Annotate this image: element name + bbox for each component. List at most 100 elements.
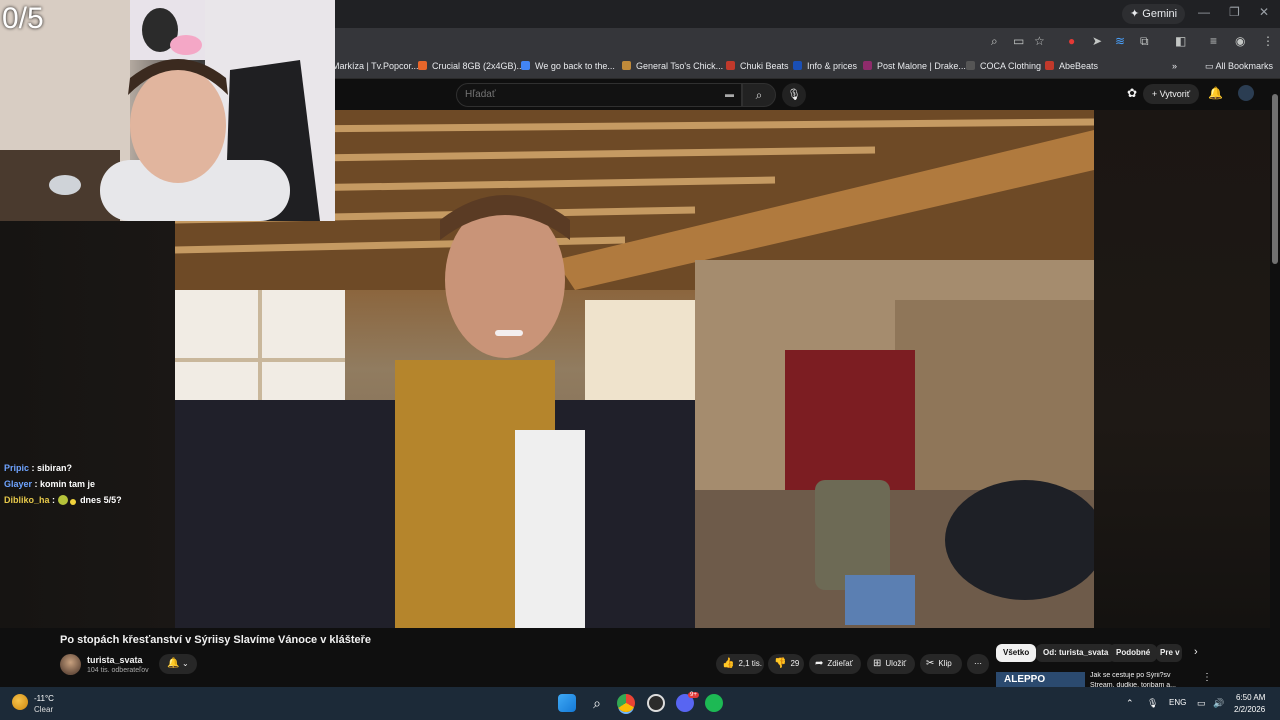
more-horizontal-icon: ⋯ [974, 659, 982, 668]
related-menu-icon[interactable]: ⋮ [1202, 672, 1212, 683]
close-icon[interactable]: ✕ [1259, 5, 1269, 19]
chat-message: Glayer : komin tam je [4, 479, 95, 489]
create-label: Vytvoriť [1159, 89, 1191, 99]
webcam-overlay: 0/5 [0, 0, 335, 221]
chip-all[interactable]: Všetko [996, 644, 1037, 662]
related-video-title[interactable]: Jak se cestuje po Sýrii?sv [1090, 672, 1195, 679]
zoom-icon[interactable]: ⌕ [991, 34, 998, 49]
thumbs-up-icon: 👍 [722, 658, 735, 669]
weather-moon-icon[interactable] [12, 694, 28, 710]
obs-icon[interactable] [647, 694, 665, 712]
chevron-down-icon: ⌄ [179, 659, 189, 668]
favicon-icon [622, 61, 631, 70]
sparkle-emote-icon [69, 499, 76, 505]
search-button[interactable]: ⌕ [742, 83, 776, 107]
bookmark-item[interactable]: COCA Clothing [966, 61, 1041, 71]
spotify-icon[interactable] [705, 694, 723, 712]
account-avatar-icon[interactable] [1238, 85, 1254, 101]
chat-text: : komin tam je [34, 479, 96, 489]
bookmark-item[interactable]: Info & prices [793, 61, 857, 71]
thumbs-down-icon: 👎 [774, 658, 787, 669]
bookmark-item[interactable]: Chuki Beats [726, 61, 789, 71]
share-button[interactable]: ➦ Zdieľať [809, 654, 861, 674]
related-video-thumbnail[interactable]: ALEPPO [996, 672, 1085, 687]
side-panel-icon[interactable]: ◧ [1175, 34, 1186, 48]
channel-avatar[interactable] [60, 654, 81, 675]
gemini-label: Gemini [1142, 8, 1178, 20]
subscription-bell-button[interactable]: 🔔 ⌄ [159, 654, 197, 674]
chat-separator: : [52, 495, 56, 505]
extension-red-icon[interactable]: ● [1068, 34, 1075, 48]
favicon-icon [966, 61, 975, 70]
subscriber-count: 104 tis. odberateľov [87, 667, 149, 674]
weather-condition[interactable]: Clear [34, 705, 53, 714]
video-title: Po stopách křesťanství v Sýriisy Slavíme… [60, 634, 371, 646]
cast-icon[interactable]: ▭ [1013, 34, 1024, 48]
favicon-icon [1045, 61, 1054, 70]
tray-mic-icon[interactable]: 🎙 [1147, 698, 1158, 709]
discord-badge: 9+ [688, 692, 699, 698]
bookmark-item[interactable]: Markíza | Tv.Popcor... [332, 61, 419, 71]
share-label: Zdieľať [827, 659, 853, 668]
kebab-menu-icon[interactable]: ⋮ [1262, 34, 1274, 48]
language-indicator[interactable]: ENG [1169, 698, 1186, 707]
extensions-puzzle-icon[interactable]: ⧉ [1140, 34, 1149, 49]
chat-text: : sibiran? [31, 463, 73, 473]
chip-for-you[interactable]: Pre v [1156, 644, 1182, 662]
extension-gear-icon[interactable]: ✿ [1127, 86, 1137, 100]
clip-button[interactable]: ✂ Klip [920, 654, 962, 674]
notifications-bell-icon[interactable]: 🔔 [1208, 86, 1223, 100]
bookmark-item[interactable]: Crucial 8GB (2x4GB)... [418, 61, 524, 71]
bookmark-star-icon[interactable]: ☆ [1034, 34, 1045, 48]
search-input[interactable] [465, 89, 715, 100]
chips-next-icon[interactable]: › [1194, 646, 1198, 658]
clock-time[interactable]: 6:50 AM [1236, 693, 1265, 702]
bookmark-item[interactable]: We go back to the... [521, 61, 615, 71]
minimize-icon[interactable]: — [1198, 5, 1210, 19]
keyboard-icon[interactable]: ▬ [725, 89, 734, 99]
create-button[interactable]: + Vytvoriť [1143, 84, 1199, 104]
bookmark-item[interactable]: AbeBeats [1045, 61, 1098, 71]
plus-icon: + [1151, 89, 1160, 99]
extension-wave-icon[interactable]: ≋ [1115, 34, 1125, 48]
like-button[interactable]: 👍 2,1 tis. [716, 654, 764, 674]
save-label: Uložiť [885, 659, 907, 668]
channel-name[interactable]: turista_svata [87, 655, 143, 665]
stream-counter: 0/5 [2, 2, 44, 35]
webcam-frame [0, 0, 335, 221]
save-playlist-icon: ⊞ [873, 658, 882, 669]
bell-icon: 🔔 [167, 658, 180, 669]
all-bookmarks-button[interactable]: ▭ All Bookmarks [1205, 61, 1273, 72]
bookmark-item[interactable]: Post Malone | Drake... [863, 61, 966, 71]
favicon-icon [418, 61, 427, 70]
restore-icon[interactable]: ❐ [1229, 5, 1240, 19]
player-side-backdrop [1094, 110, 1270, 628]
network-icon[interactable]: ▭ [1197, 698, 1206, 709]
weather-temperature[interactable]: -11°C [34, 694, 54, 703]
bookmarks-overflow-icon[interactable]: » [1172, 61, 1177, 71]
favicon-icon [726, 61, 735, 70]
save-button[interactable]: ⊞ Uložiť [867, 654, 915, 674]
profile-avatar-icon[interactable]: ◉ [1235, 34, 1245, 48]
more-actions-button[interactable]: ⋯ [967, 654, 989, 674]
reading-list-icon[interactable]: ≡ [1210, 34, 1217, 48]
chat-text: dnes 5/5? [80, 495, 122, 505]
volume-icon[interactable]: 🔊 [1213, 698, 1224, 709]
taskbar-search-icon[interactable]: ⌕ [588, 694, 606, 712]
gemini-button[interactable]: ✦ Gemini [1122, 4, 1186, 24]
bookmark-item[interactable]: General Tso's Chick... [622, 61, 723, 71]
dislike-button[interactable]: 👎 29 [768, 654, 804, 674]
windows-start-icon[interactable] [558, 694, 576, 712]
scrollbar-thumb[interactable] [1272, 94, 1278, 264]
search-box: ▬ [456, 83, 742, 107]
favicon-icon [863, 61, 872, 70]
microphone-icon: 🎙 [787, 89, 801, 101]
folder-icon: ▭ [1205, 61, 1216, 71]
voice-search-button[interactable]: 🎙 [782, 83, 806, 107]
tray-overflow-icon[interactable]: ⌃ [1126, 698, 1134, 709]
extension-arrow-icon[interactable]: ➤ [1092, 34, 1102, 48]
chrome-icon[interactable] [617, 694, 635, 712]
clock-date[interactable]: 2/2/2026 [1234, 705, 1265, 714]
chip-from-channel[interactable]: Od: turista_svata [1036, 644, 1116, 662]
chip-similar[interactable]: Podobné [1109, 644, 1158, 662]
